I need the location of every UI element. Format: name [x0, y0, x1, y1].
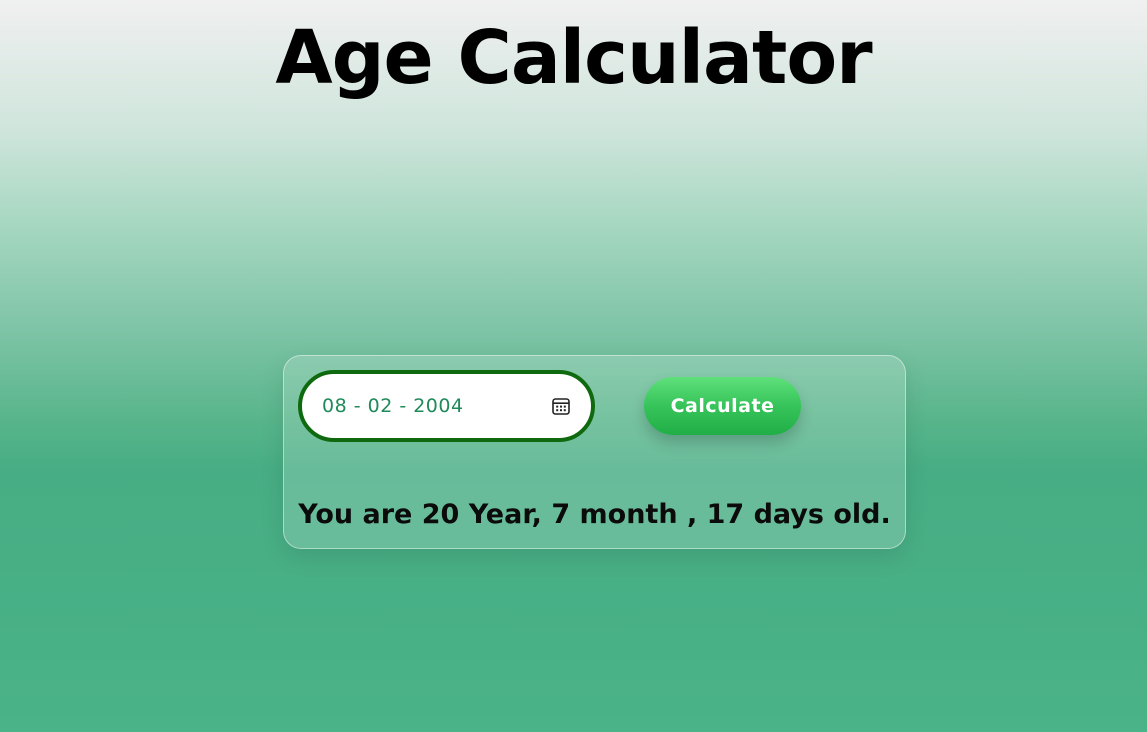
- calculator-card: 08 - 02 - 2004 Calculate You are 20 Year…: [283, 355, 906, 549]
- birthdate-value[interactable]: 08 - 02 - 2004: [322, 374, 464, 438]
- page-title: Age Calculator: [275, 15, 872, 101]
- calendar-icon[interactable]: [551, 396, 571, 416]
- age-result: You are 20 Year, 7 month , 17 days old.: [298, 499, 891, 530]
- birthdate-input[interactable]: 08 - 02 - 2004: [298, 370, 595, 442]
- calculate-button[interactable]: Calculate: [644, 377, 801, 435]
